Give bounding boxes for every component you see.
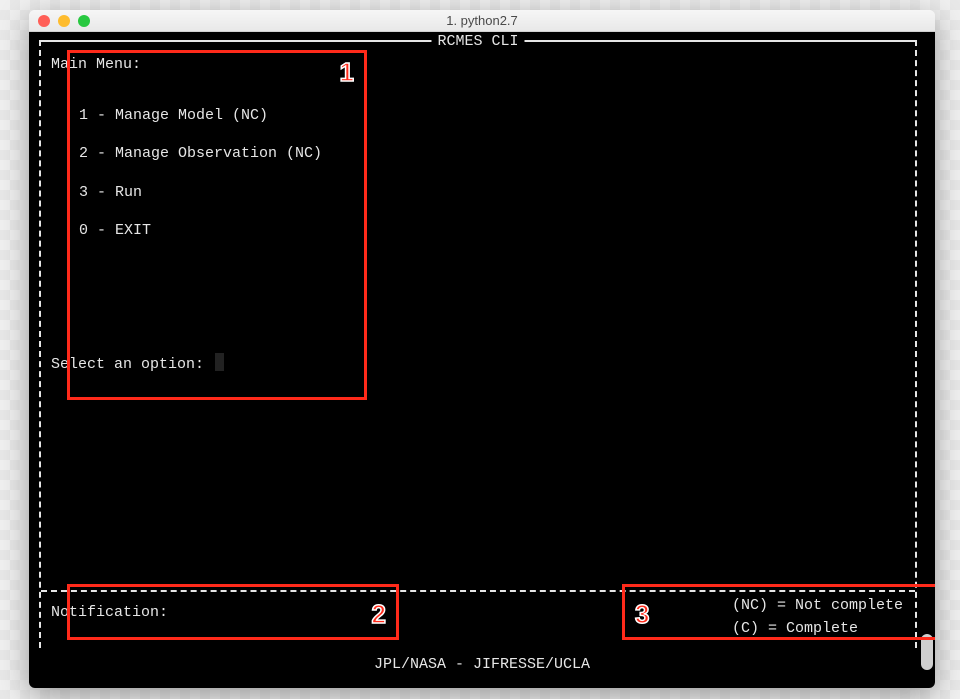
divider bbox=[41, 590, 915, 592]
option-prompt: Select an option: bbox=[51, 353, 905, 377]
menu-item-1[interactable]: 1 - Manage Model (NC) bbox=[79, 105, 905, 128]
cli-title: RCMES CLI bbox=[431, 32, 524, 54]
menu-item-3[interactable]: 3 - Run bbox=[79, 182, 905, 205]
legend-nc: (NC) = Not complete bbox=[732, 595, 903, 618]
footer: JPL/NASA - JIFRESSE/UCLA bbox=[29, 654, 935, 677]
notification-area: Notification: bbox=[51, 602, 168, 625]
notification-label: Notification: bbox=[51, 604, 168, 621]
menu-item-2[interactable]: 2 - Manage Observation (NC) bbox=[79, 143, 905, 166]
main-menu: Main Menu: 1 - Manage Model (NC) 2 - Man… bbox=[51, 52, 905, 376]
menu-heading: Main Menu: bbox=[51, 54, 905, 77]
legend-c: (C) = Complete bbox=[732, 618, 903, 641]
cli-frame: RCMES CLI Main Menu: 1 - Manage Model (N… bbox=[41, 40, 915, 648]
titlebar: 1. python2.7 bbox=[29, 10, 935, 32]
menu-item-0[interactable]: 0 - EXIT bbox=[79, 220, 905, 243]
prompt-label: Select an option: bbox=[51, 356, 204, 373]
cursor-icon bbox=[215, 353, 224, 371]
scrollbar[interactable] bbox=[921, 634, 933, 670]
terminal-body[interactable]: RCMES CLI Main Menu: 1 - Manage Model (N… bbox=[29, 32, 935, 688]
window-title: 1. python2.7 bbox=[29, 13, 935, 28]
terminal-window: 1. python2.7 RCMES CLI Main Menu: 1 - Ma… bbox=[29, 10, 935, 688]
legend: (NC) = Not complete (C) = Complete bbox=[732, 595, 903, 640]
